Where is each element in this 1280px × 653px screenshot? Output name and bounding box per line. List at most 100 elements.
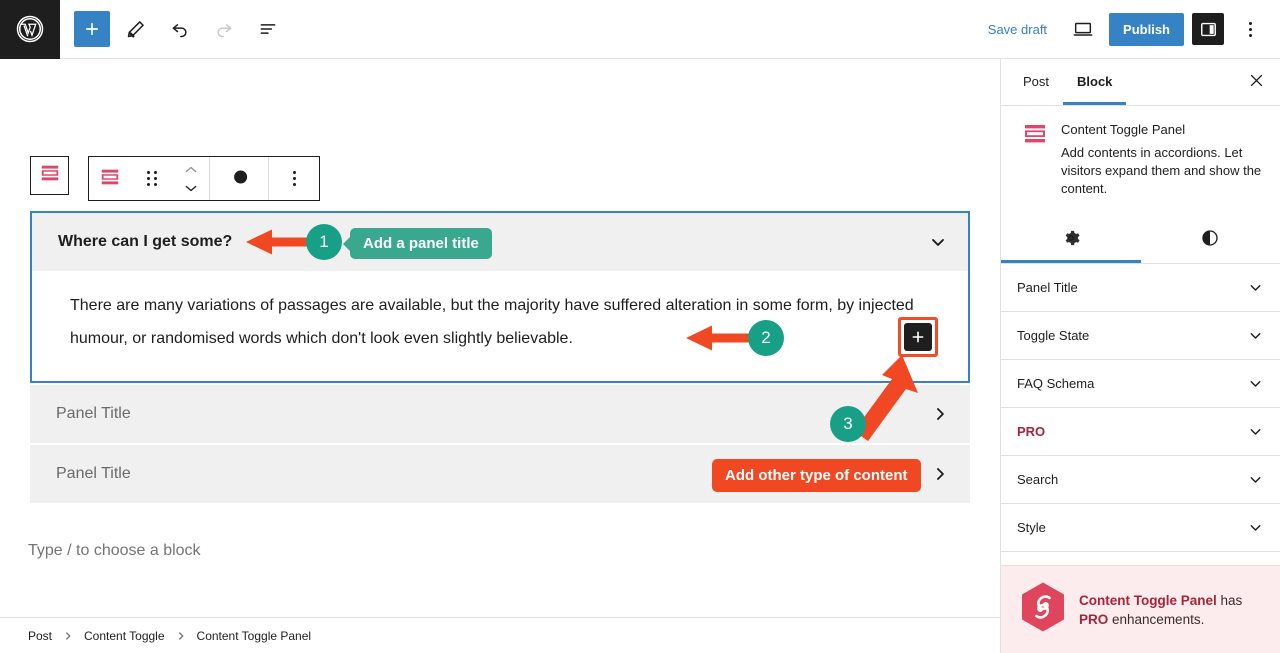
panel-row-label: Style bbox=[1017, 520, 1046, 535]
styles-contrast-icon bbox=[1200, 228, 1220, 251]
pro-hexagon-logo-icon bbox=[1019, 581, 1067, 638]
move-down-button[interactable] bbox=[183, 179, 199, 197]
close-sidebar-button[interactable] bbox=[1240, 66, 1272, 98]
chevron-down-icon[interactable] bbox=[1247, 471, 1264, 488]
block-movers bbox=[173, 157, 209, 200]
panel-title-1[interactable]: Where can I get some? bbox=[58, 233, 232, 251]
select-parent-block-button[interactable] bbox=[30, 156, 69, 195]
sidebar-panel-faq-schema[interactable]: FAQ Schema bbox=[1001, 360, 1280, 408]
wordpress-logo-icon[interactable] bbox=[0, 0, 60, 59]
panel-header-1[interactable]: Where can I get some? bbox=[32, 213, 968, 271]
panel-title-2[interactable]: Panel Title bbox=[56, 405, 131, 423]
chevron-down-icon[interactable] bbox=[1247, 375, 1264, 392]
sidebar-panel-toggle-state[interactable]: Toggle State bbox=[1001, 312, 1280, 360]
editor-body: Where can I get some? There are many var… bbox=[0, 59, 1280, 653]
chevron-right-icon[interactable] bbox=[930, 404, 950, 424]
duotone-contrast-icon bbox=[226, 167, 252, 190]
block-toolbar-options-group bbox=[269, 157, 319, 200]
block-card-description: Add contents in accordions. Let visitors… bbox=[1061, 145, 1262, 196]
chevron-down-icon[interactable] bbox=[1247, 519, 1264, 536]
panel-row-label: FAQ Schema bbox=[1017, 376, 1095, 391]
breadcrumb-item-content-toggle[interactable]: Content Toggle bbox=[84, 629, 165, 643]
block-toolbar bbox=[88, 156, 320, 201]
sidebar-panel-panel-title[interactable]: Panel Title bbox=[1001, 264, 1280, 312]
three-dots-vertical-icon bbox=[292, 171, 296, 186]
tab-post[interactable]: Post bbox=[1009, 59, 1063, 105]
edit-tool-button[interactable] bbox=[118, 11, 154, 47]
redo-button[interactable] bbox=[206, 11, 242, 47]
default-block-placeholder[interactable]: Type / to choose a block bbox=[28, 542, 201, 560]
editor-canvas: Where can I get some? There are many var… bbox=[0, 59, 1000, 653]
chevron-right-icon[interactable] bbox=[930, 464, 950, 484]
move-up-button[interactable] bbox=[183, 160, 199, 178]
panel-row-label: Toggle State bbox=[1017, 328, 1090, 343]
content-toggle-panel-icon bbox=[99, 166, 121, 191]
list-view-button[interactable] bbox=[250, 11, 286, 47]
top-bar-left-tools bbox=[60, 11, 286, 47]
tab-settings[interactable] bbox=[1001, 216, 1141, 263]
panel-paragraph-1[interactable]: There are many variations of passages ar… bbox=[70, 289, 930, 355]
pro-banner-block-name: Content Toggle Panel bbox=[1079, 592, 1217, 608]
save-draft-button[interactable]: Save draft bbox=[978, 16, 1057, 43]
three-dots-vertical-icon bbox=[1248, 21, 1252, 37]
breadcrumb-item-post[interactable]: Post bbox=[28, 629, 52, 643]
sidebar-panel-search[interactable]: Search bbox=[1001, 456, 1280, 504]
settings-sidebar: Post Block Content Toggle Panel Add cont… bbox=[1000, 59, 1280, 653]
chevron-right-icon bbox=[175, 630, 187, 642]
panel-title-3[interactable]: Panel Title bbox=[56, 465, 131, 483]
desktop-preview-icon[interactable] bbox=[1065, 11, 1101, 47]
content-toggle-panel-selected[interactable]: Where can I get some? There are many var… bbox=[30, 211, 970, 383]
annotation-label-1: Add a panel title bbox=[350, 228, 492, 259]
close-x-icon bbox=[1248, 72, 1265, 92]
settings-gear-icon bbox=[1061, 228, 1081, 251]
annotation-badge-2: 2 bbox=[748, 320, 784, 356]
panel-row-label: Search bbox=[1017, 472, 1059, 487]
annotation-badge-3: 3 bbox=[830, 406, 866, 442]
add-block-button[interactable] bbox=[74, 11, 110, 47]
tab-styles[interactable] bbox=[1141, 216, 1280, 263]
content-toggle-parent-icon bbox=[39, 162, 61, 189]
content-toggle-panel-icon bbox=[1023, 122, 1047, 198]
settings-sidebar-toggle-button[interactable] bbox=[1192, 13, 1224, 45]
block-info-card: Content Toggle Panel Add contents in acc… bbox=[1001, 106, 1280, 202]
publish-button[interactable]: Publish bbox=[1109, 12, 1184, 46]
pro-banner-mid: has bbox=[1216, 592, 1243, 608]
chevron-down-icon[interactable] bbox=[1247, 279, 1264, 296]
sidebar-panel-pro[interactable]: PRO bbox=[1001, 408, 1280, 456]
block-toolbar-main-group bbox=[89, 157, 209, 200]
pro-upsell-banner[interactable]: Content Toggle Panel has PRO enhancement… bbox=[1001, 565, 1280, 653]
drag-handle-button[interactable] bbox=[131, 157, 173, 200]
chevron-down-icon[interactable] bbox=[1247, 423, 1264, 440]
block-toolbar-duotone-group bbox=[210, 157, 268, 200]
panel-row-label: Panel Title bbox=[1017, 280, 1078, 295]
block-info-text: Content Toggle Panel Add contents in acc… bbox=[1061, 122, 1264, 198]
annotation-badge-1: 1 bbox=[306, 224, 342, 260]
panel-row-label: PRO bbox=[1017, 424, 1046, 439]
tab-block[interactable]: Block bbox=[1063, 59, 1126, 105]
block-options-button[interactable] bbox=[269, 157, 319, 200]
sidebar-panel-style[interactable]: Style bbox=[1001, 504, 1280, 552]
drag-handle-dots-icon bbox=[147, 171, 157, 186]
block-card-title: Content Toggle Panel bbox=[1061, 122, 1186, 137]
chevron-down-icon[interactable] bbox=[928, 232, 948, 252]
annotation-arrow-2 bbox=[678, 323, 758, 353]
chevron-right-icon bbox=[62, 630, 74, 642]
breadcrumb: Post Content Toggle Content Toggle Panel bbox=[0, 617, 1000, 653]
sidebar-tabs: Post Block bbox=[1001, 59, 1280, 106]
append-block-inserter-button[interactable] bbox=[904, 323, 932, 351]
block-type-switcher-button[interactable] bbox=[89, 157, 131, 200]
pro-banner-end: enhancements. bbox=[1108, 611, 1205, 627]
content-toggle-panel-2[interactable]: Panel Title bbox=[30, 385, 970, 443]
pro-banner-pro-word: PRO bbox=[1079, 611, 1109, 627]
chevron-down-icon[interactable] bbox=[1247, 327, 1264, 344]
editor-options-button[interactable] bbox=[1232, 11, 1268, 47]
pro-banner-text: Content Toggle Panel has PRO enhancement… bbox=[1079, 591, 1267, 629]
undo-button[interactable] bbox=[162, 11, 198, 47]
panel-content-1: There are many variations of passages ar… bbox=[32, 271, 968, 381]
duotone-filter-button[interactable] bbox=[210, 157, 268, 200]
top-bar-right-tools: Save draft Publish bbox=[978, 11, 1280, 47]
breadcrumb-item-content-toggle-panel[interactable]: Content Toggle Panel bbox=[197, 629, 312, 643]
editor-top-bar: Save draft Publish bbox=[0, 0, 1280, 59]
sidebar-icon-tabs bbox=[1001, 216, 1280, 264]
annotation-label-3: Add other type of content bbox=[712, 459, 921, 492]
